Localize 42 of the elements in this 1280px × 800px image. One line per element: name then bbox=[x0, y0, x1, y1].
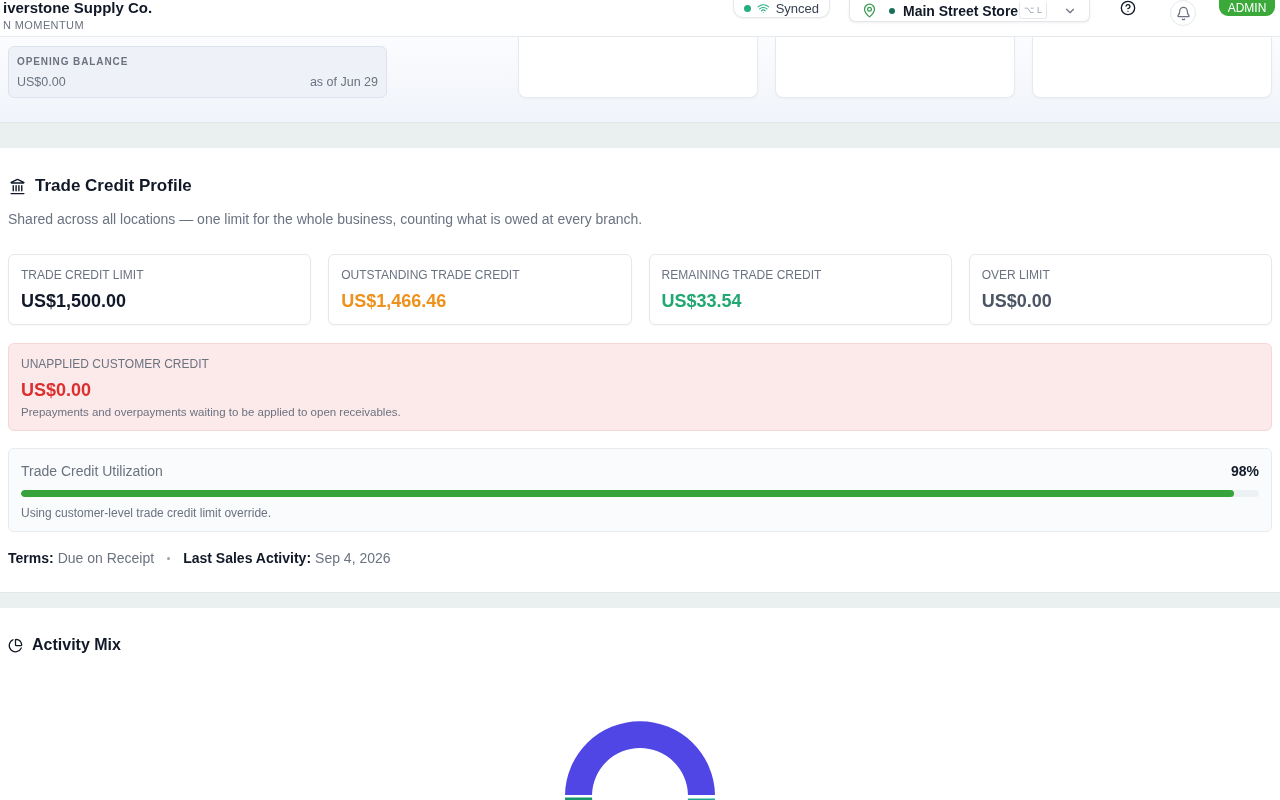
stat-label: REMAINING TRADE CREDIT bbox=[661, 268, 823, 282]
detail-label: Terms: bbox=[8, 550, 54, 566]
bank-icon bbox=[9, 177, 26, 195]
unapplied-credit-note: Prepayments and overpayments waiting to be applied to open receivables. bbox=[21, 405, 402, 419]
company-name: iverstone Supply Co. bbox=[3, 0, 153, 15]
status-dot-icon bbox=[744, 5, 751, 12]
status-dot-icon bbox=[889, 7, 895, 14]
role-badge: ADMIN bbox=[1219, 0, 1275, 16]
detail-value: Sep 4, 2026 bbox=[315, 550, 391, 566]
pie-chart-icon bbox=[8, 637, 23, 653]
stat-value: US$0.00 bbox=[981, 290, 1053, 312]
section-title: Trade Credit Profile bbox=[35, 176, 192, 196]
stat-value: US$1,466.46 bbox=[341, 290, 448, 312]
stat-label: OUTSTANDING TRADE CREDIT bbox=[341, 268, 521, 282]
detail-label: Last Sales Activity: bbox=[183, 550, 312, 566]
stat-label: TRADE CREDIT LIMIT bbox=[21, 268, 145, 282]
unapplied-credit-value: US$0.00 bbox=[21, 379, 93, 401]
utilization-percent: 98% bbox=[1230, 463, 1259, 479]
company-tagline: N MOMENTUM bbox=[3, 19, 85, 31]
stat-value: US$1,500.00 bbox=[21, 290, 128, 312]
help-icon[interactable] bbox=[1120, 0, 1136, 16]
opening-balance-amount: US$0.00 bbox=[17, 75, 66, 90]
location-name: Main Street Store bbox=[903, 2, 1019, 19]
wifi-icon bbox=[757, 1, 770, 16]
utilization-title: Trade Credit Utilization bbox=[21, 463, 163, 479]
utilization-note: Using customer-level trade credit limit override. bbox=[21, 506, 273, 520]
unapplied-credit-label: UNAPPLIED CUSTOMER CREDIT bbox=[21, 357, 210, 371]
sync-status-text: Synced bbox=[775, 1, 819, 16]
stat-value: US$33.54 bbox=[661, 290, 743, 312]
map-pin-icon bbox=[862, 3, 877, 18]
opening-balance-label: OPENING BALANCE bbox=[17, 56, 130, 68]
stat-label: OVER LIMIT bbox=[981, 268, 1051, 282]
separator-dot-icon bbox=[167, 556, 171, 560]
bell-icon bbox=[1175, 5, 1191, 21]
location-select[interactable]: Main Street Store ⌥ L bbox=[849, 0, 1090, 22]
donut-slice bbox=[565, 797, 593, 800]
section-description: Shared across all locations — one limit for the whole business, counting what is owed at every branch. bbox=[8, 210, 644, 228]
section-title: Activity Mix bbox=[32, 636, 121, 654]
keyboard-shortcut: ⌥ L bbox=[1019, 2, 1047, 19]
detail-value: Due on Receipt bbox=[57, 550, 155, 566]
opening-balance-date: as of Jun 29 bbox=[309, 75, 378, 90]
notifications-button[interactable] bbox=[1170, 0, 1196, 26]
